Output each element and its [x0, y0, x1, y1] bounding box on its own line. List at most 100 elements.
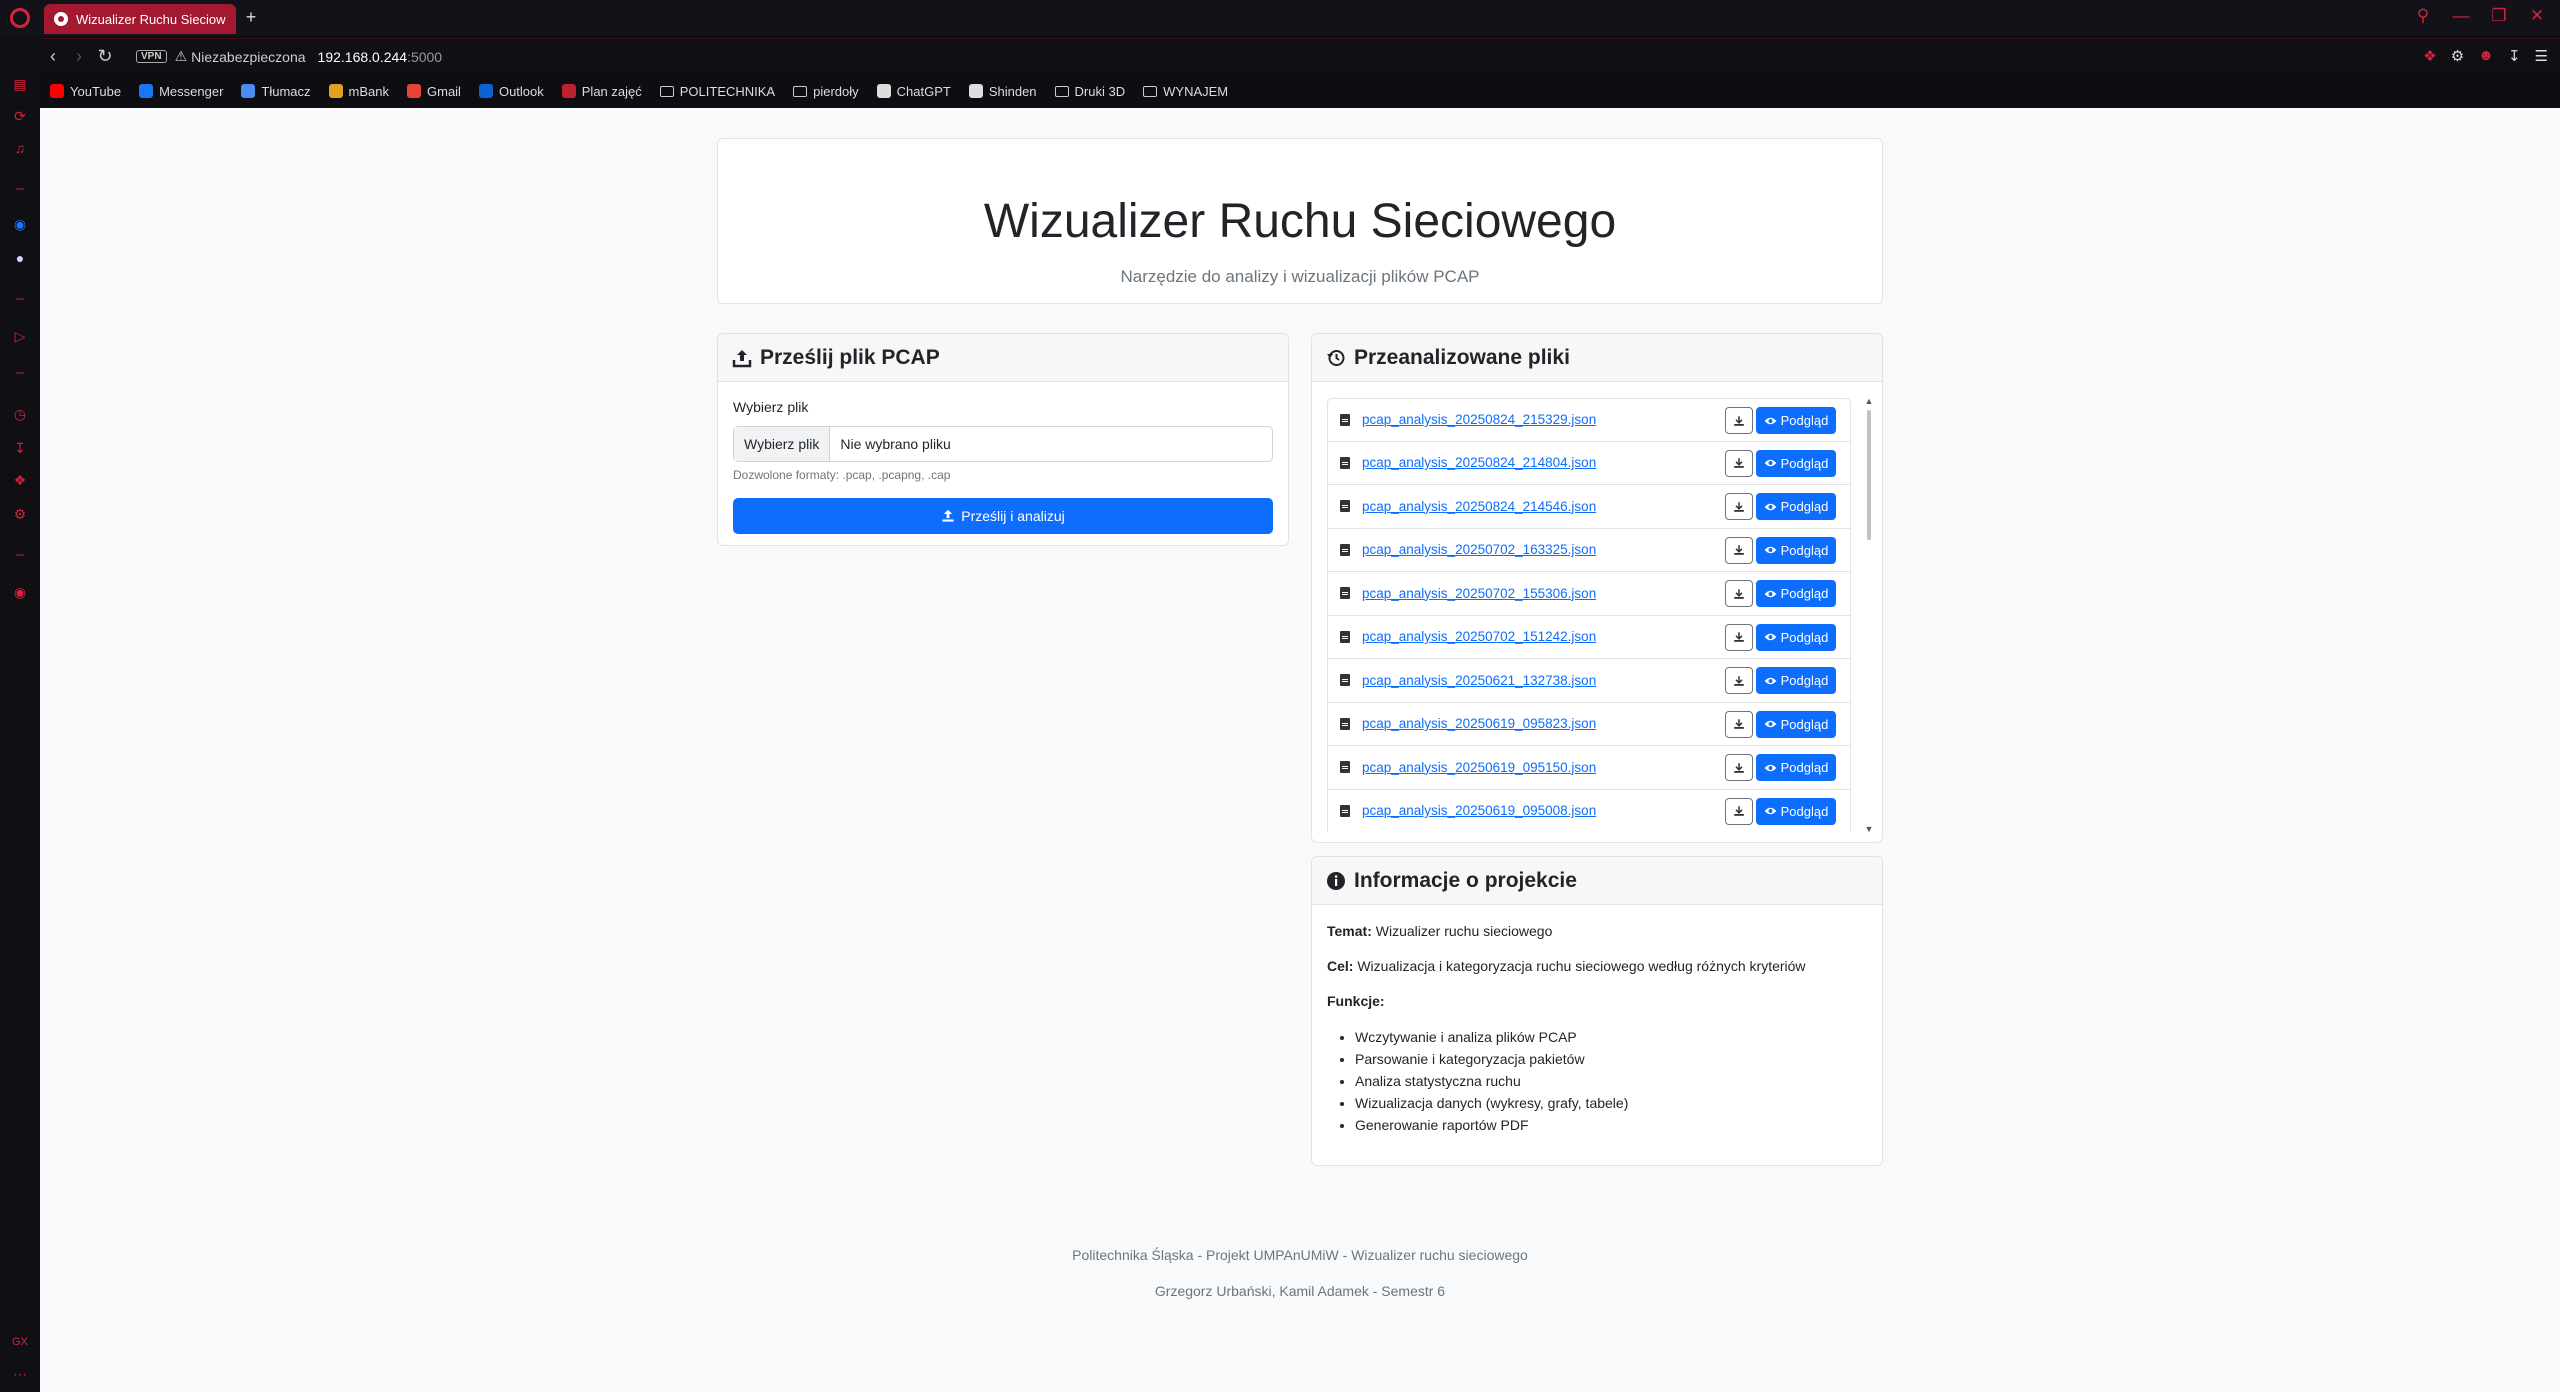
upload-analyze-label: Prześlij i analizuj	[961, 508, 1065, 524]
back-icon[interactable]: ‹	[40, 46, 66, 67]
download-button[interactable]	[1725, 754, 1753, 781]
bookmark-item[interactable]: Outlook	[478, 84, 544, 99]
features-label: Funkcje:	[1327, 993, 1385, 1009]
security-indicator[interactable]: ⚠ Niezabezpieczona	[175, 48, 306, 65]
active-tab[interactable]: Wizualizer Ruchu Sieciowego	[44, 4, 236, 34]
preview-button[interactable]: Podgląd	[1756, 754, 1836, 781]
bookmark-item[interactable]: mBank	[328, 84, 389, 99]
file-link[interactable]: pcap_analysis_20250702_163325.json	[1362, 542, 1596, 557]
analyzed-card-title: Przeanalizowane pliki	[1354, 345, 1570, 369]
bookmark-item[interactable]: POLITECHNIKA	[659, 83, 776, 99]
preview-button[interactable]: Podgląd	[1756, 536, 1836, 564]
bookmark-item[interactable]: Plan zajęć	[561, 84, 642, 99]
download-button[interactable]	[1725, 493, 1753, 520]
download-button[interactable]	[1725, 623, 1753, 651]
download-button[interactable]	[1725, 536, 1753, 564]
discord-icon[interactable]: ●	[12, 250, 28, 266]
download-button[interactable]	[1725, 449, 1753, 477]
file-list-scrollbar[interactable]: ▲ ▼	[1864, 396, 1874, 834]
menu-icon[interactable]: ☰	[2535, 47, 2548, 65]
bookmark-item[interactable]: Druki 3D	[1054, 84, 1125, 99]
bookmark-item[interactable]: WYNAJEM	[1143, 84, 1228, 99]
download-button[interactable]	[1725, 797, 1753, 825]
preview-button[interactable]: Podgląd	[1756, 580, 1836, 607]
play-icon[interactable]: ▷	[12, 328, 28, 344]
flow-icon[interactable]: ⟳	[12, 108, 28, 124]
file-link[interactable]: pcap_analysis_20250619_095823.json	[1362, 716, 1596, 731]
extensions-sidebar-icon[interactable]: ❖	[12, 472, 28, 488]
eye-icon	[1764, 503, 1776, 510]
bookmark-item[interactable]: Shinden	[968, 84, 1037, 99]
opera-logo-icon[interactable]	[10, 8, 30, 28]
minimize-icon[interactable]: —	[2452, 6, 2470, 26]
download-button[interactable]	[1725, 710, 1753, 738]
bookmark-item[interactable]: pierdoły	[793, 84, 859, 99]
bookmark-item[interactable]: Messenger	[139, 84, 223, 99]
download-icon	[1734, 762, 1744, 773]
download-icon	[1734, 806, 1744, 816]
history-icon[interactable]: ◷	[12, 406, 28, 422]
player-icon[interactable]: ♫	[12, 140, 28, 156]
features-list: Wczytywanie i analiza plików PCAPParsowa…	[1355, 1026, 1806, 1136]
more-icon[interactable]: ⋯	[12, 1366, 28, 1382]
restore-icon[interactable]: ❐	[2490, 6, 2508, 26]
mbank-icon	[328, 84, 343, 98]
download-icon[interactable]: ↧	[2508, 47, 2521, 65]
preview-label: Podgląd	[1780, 716, 1829, 732]
file-link[interactable]: pcap_analysis_20250619_095150.json	[1362, 760, 1596, 775]
adblock-icon[interactable]: ◉	[12, 584, 28, 600]
file-link[interactable]: pcap_analysis_20250702_155306.json	[1362, 586, 1596, 601]
wallet-icon[interactable]: ▤	[12, 76, 28, 92]
file-link[interactable]: pcap_analysis_20250702_151242.json	[1362, 629, 1596, 644]
download-button[interactable]	[1725, 580, 1753, 607]
preview-button[interactable]: Podgląd	[1756, 797, 1836, 825]
download-button[interactable]	[1725, 407, 1753, 434]
file-link[interactable]: pcap_analysis_20250824_214546.json	[1362, 499, 1596, 514]
profile-icon[interactable]: ☻	[2478, 47, 2494, 65]
preview-button[interactable]: Podgląd	[1756, 623, 1836, 651]
settings-icon[interactable]: ⚙	[12, 506, 28, 522]
browser-sidebar: ▤ ⟳ ♫ ◉ ● ▷ ◷ ↧ ❖ ⚙ ◉ GX ⋯	[0, 36, 40, 1392]
search-tabs-icon[interactable]: ⚲	[2414, 6, 2432, 26]
preview-label: Podgląd	[1780, 586, 1829, 601]
file-link[interactable]: pcap_analysis_20250621_132738.json	[1362, 673, 1596, 688]
preview-button[interactable]: Podgląd	[1756, 710, 1836, 738]
preview-button[interactable]: Podgląd	[1756, 493, 1836, 520]
preview-button[interactable]: Podgląd	[1756, 449, 1836, 477]
bookmark-item[interactable]: Tłumacz	[241, 84, 311, 99]
feature-item: Wizualizacja danych (wykresy, grafy, tab…	[1355, 1092, 1806, 1114]
extensions-icon[interactable]: ⚙	[2451, 47, 2464, 65]
snapshot-icon[interactable]: ❖	[2423, 47, 2436, 65]
scroll-thumb[interactable]	[1867, 410, 1871, 540]
vpn-badge[interactable]: VPN	[136, 50, 167, 63]
close-icon[interactable]: ✕	[2528, 6, 2546, 26]
bookmark-item[interactable]: ChatGPT	[876, 84, 951, 99]
new-tab-plus-icon[interactable]: +	[242, 8, 260, 26]
downloads-icon[interactable]: ↧	[12, 440, 28, 456]
upload-button-icon	[942, 509, 954, 522]
bookmark-label: POLITECHNIKA	[679, 83, 776, 99]
forward-icon[interactable]: ›	[66, 46, 92, 67]
gx-icon[interactable]: GX	[12, 1334, 28, 1350]
feature-item: Wczytywanie i analiza plików PCAP	[1355, 1026, 1806, 1048]
bookmark-item[interactable]: YouTube	[50, 84, 121, 99]
download-icon	[1734, 501, 1744, 512]
file-input[interactable]: Wybierz plik Nie wybrano pliku	[733, 426, 1273, 462]
reload-icon[interactable]: ↻	[92, 46, 118, 67]
choose-file-button[interactable]: Wybierz plik	[734, 427, 831, 461]
messenger-icon[interactable]: ◉	[12, 216, 28, 232]
scroll-down-icon[interactable]: ▼	[1864, 824, 1874, 834]
file-link[interactable]: pcap_analysis_20250619_095008.json	[1362, 803, 1596, 818]
footer-line-2: Grzegorz Urbański, Kamil Adamek - Semest…	[1154, 1283, 1446, 1299]
info-card-title: Informacje o projekcie	[1354, 868, 1577, 892]
file-link[interactable]: pcap_analysis_20250824_215329.json	[1362, 412, 1596, 427]
preview-button[interactable]: Podgląd	[1756, 407, 1836, 434]
analyzed-file-list[interactable]: pcap_analysis_20250824_215329.json Podglą…	[1327, 398, 1851, 832]
file-link[interactable]: pcap_analysis_20250824_214804.json	[1362, 455, 1596, 470]
preview-button[interactable]: Podgląd	[1756, 667, 1836, 694]
bookmark-item[interactable]: Gmail	[407, 84, 461, 99]
url-field[interactable]: 192.168.0.244:5000	[318, 49, 443, 65]
upload-analyze-button[interactable]: Prześlij i analizuj	[733, 498, 1273, 534]
download-button[interactable]	[1725, 667, 1753, 694]
scroll-up-icon[interactable]: ▲	[1864, 396, 1874, 406]
